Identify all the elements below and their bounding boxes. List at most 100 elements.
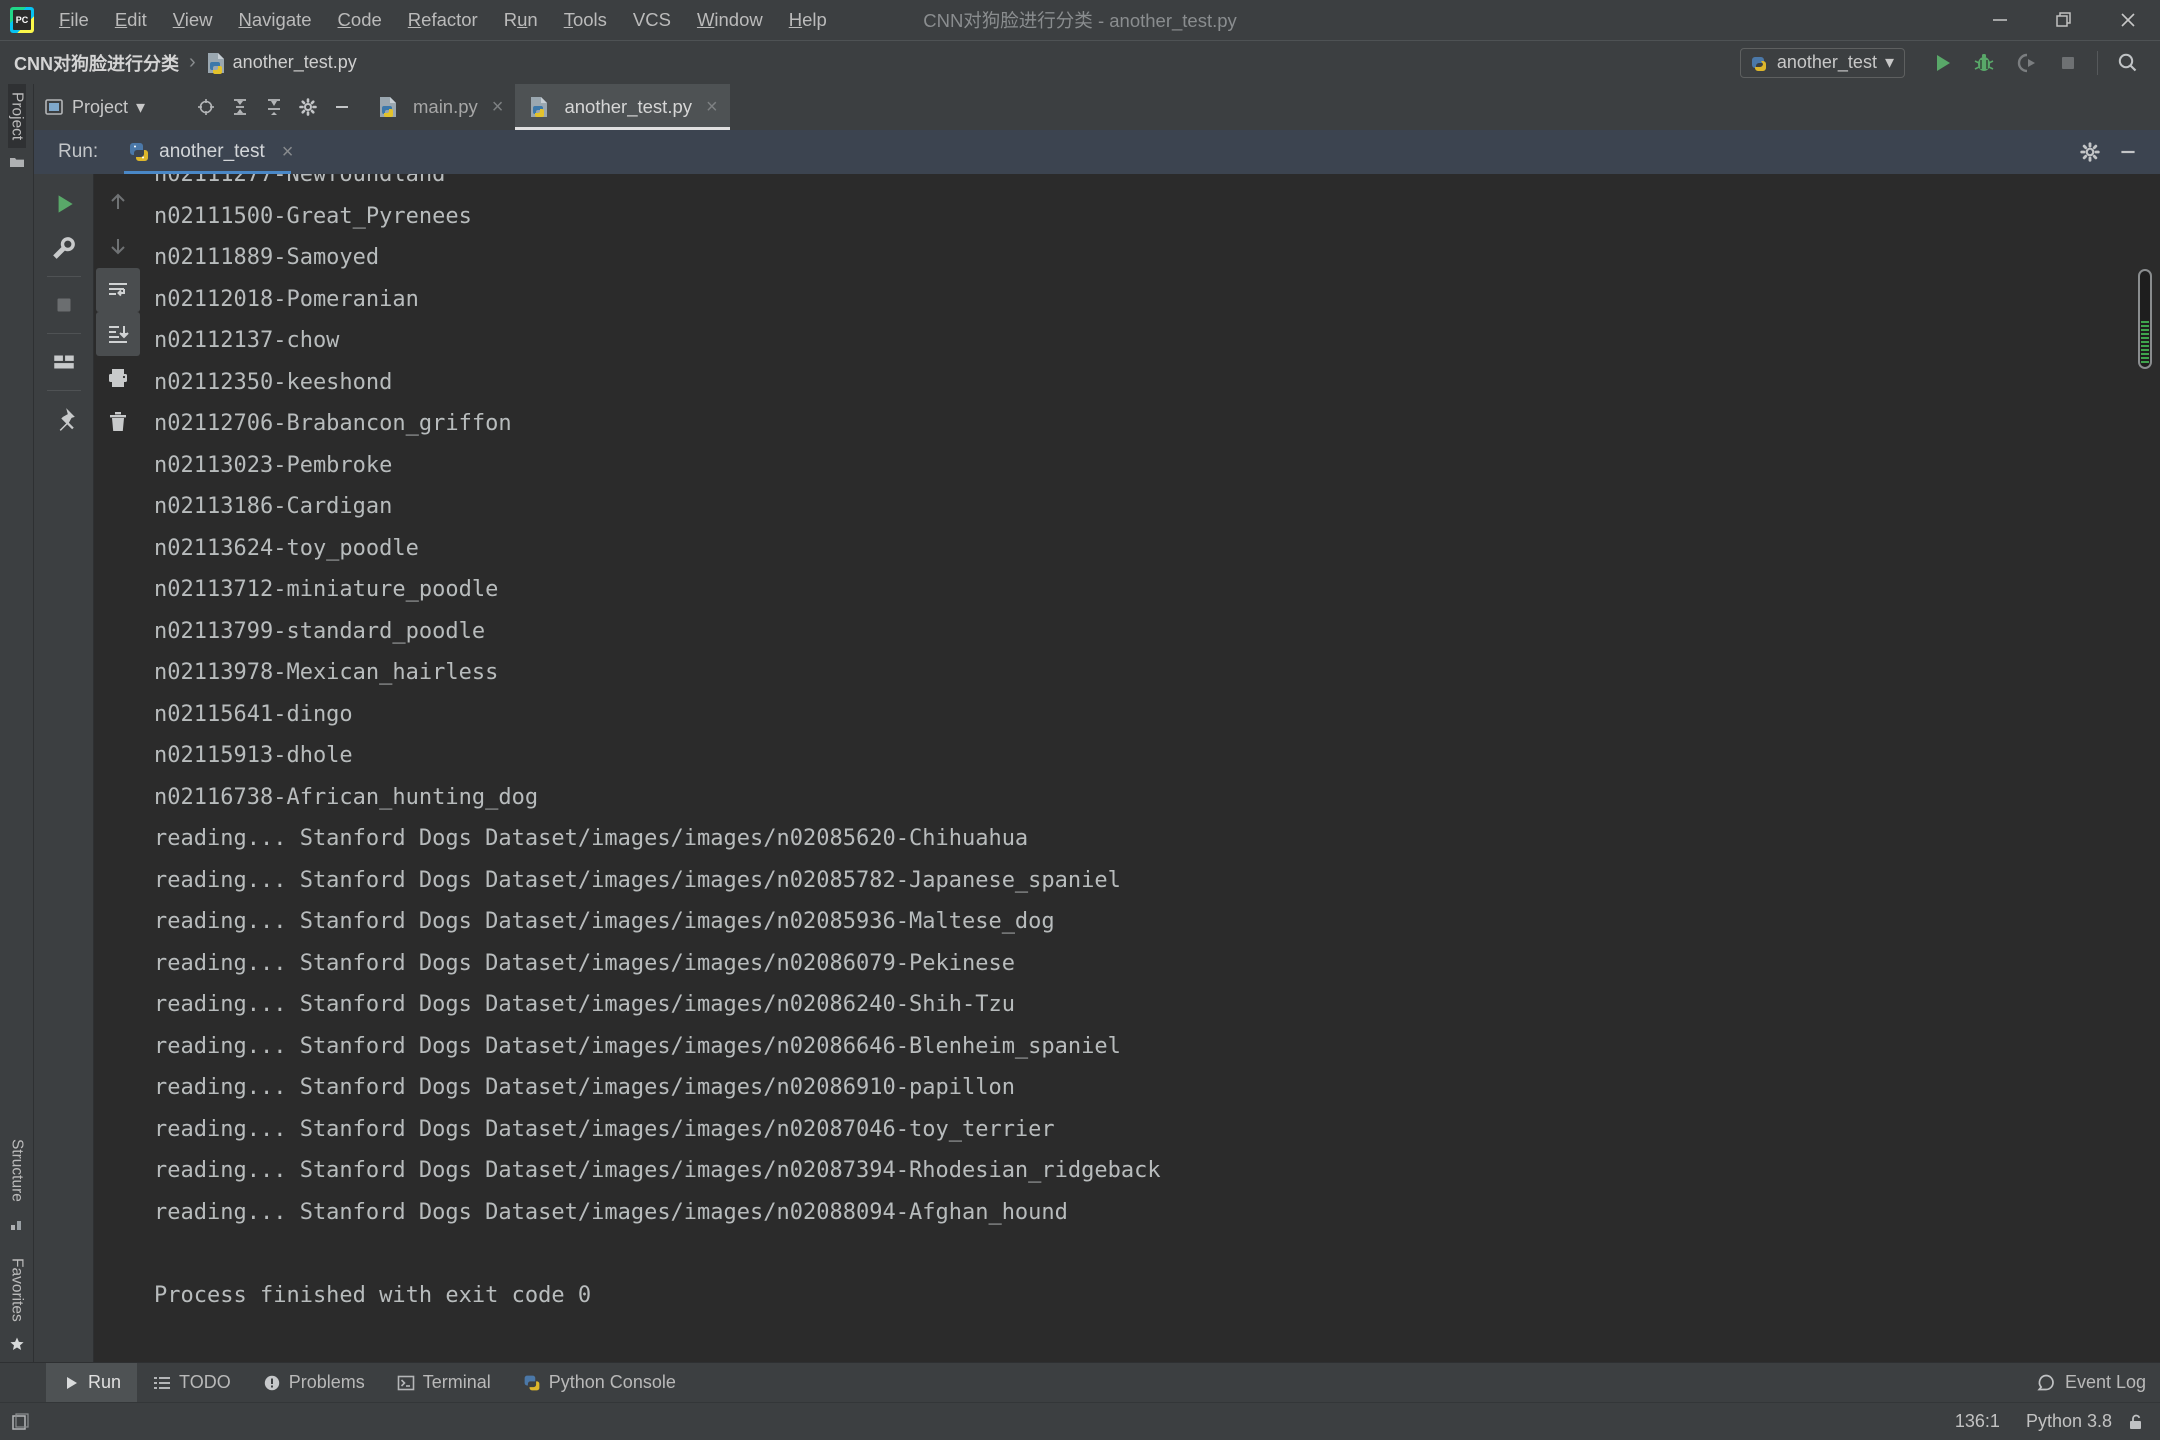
bottom-tab-python-console[interactable]: Python Console xyxy=(507,1363,692,1402)
nav-right-toolbar: another_test ▾ xyxy=(1739,46,2160,80)
bottom-tab-terminal[interactable]: Terminal xyxy=(381,1363,507,1402)
debug-button[interactable] xyxy=(1965,46,2003,80)
clear-all-button[interactable] xyxy=(96,400,140,444)
sidebar-item-favorites[interactable]: Favorites xyxy=(8,1250,26,1330)
settings-icon[interactable] xyxy=(2074,137,2106,167)
breadcrumb-project[interactable]: CNN对狗脸进行分类 xyxy=(14,50,179,76)
minimize-icon[interactable] xyxy=(1968,0,2032,40)
bottom-tab-problems[interactable]: Problems xyxy=(247,1363,381,1402)
menu-label-tools: ools xyxy=(572,9,607,30)
layout-button[interactable] xyxy=(42,340,86,384)
sidebar-item-project[interactable]: Project xyxy=(7,84,26,149)
unlocked-icon[interactable] xyxy=(2126,1412,2146,1432)
event-log-button[interactable]: Event Log xyxy=(2036,1363,2160,1402)
hide-icon[interactable] xyxy=(2112,137,2144,167)
sidebar-item-structure[interactable]: Structure xyxy=(8,1131,26,1210)
menu-label-run: n xyxy=(527,9,538,30)
close-icon[interactable]: × xyxy=(282,141,294,164)
toggle-tool-windows-icon[interactable] xyxy=(10,1412,30,1432)
soft-wrap-button[interactable] xyxy=(96,268,140,312)
run-session-tab[interactable]: another_test × xyxy=(124,130,297,174)
close-icon[interactable]: × xyxy=(492,96,504,119)
scrollbar-thumb[interactable] xyxy=(2138,269,2152,369)
restore-icon[interactable] xyxy=(2032,0,2096,40)
problems-icon xyxy=(264,1375,279,1390)
tab-label-main-py: main.py xyxy=(413,96,478,117)
menu-item-navigate[interactable]: Navigate xyxy=(226,6,325,34)
menu-item-file[interactable]: File xyxy=(46,6,102,34)
status-bar-right: 136:1 Python 3.8 xyxy=(1955,1411,2146,1432)
stop-button[interactable] xyxy=(42,283,86,327)
configure-button[interactable] xyxy=(42,226,86,270)
search-everywhere-icon[interactable] xyxy=(2108,46,2146,80)
run-button[interactable] xyxy=(1923,46,1961,80)
menu-item-edit[interactable]: Edit xyxy=(102,6,160,34)
menu-item-view[interactable]: View xyxy=(160,6,226,34)
project-panel-icon xyxy=(45,99,63,115)
content-column: Project ▾ main.py × another_test.py × Ru… xyxy=(34,84,2160,1362)
menu-item-vcs[interactable]: VCS xyxy=(620,6,684,34)
menu-item-help[interactable]: Help xyxy=(776,6,840,34)
locate-icon[interactable] xyxy=(190,92,222,122)
console-scrollbar[interactable] xyxy=(2130,174,2160,1362)
close-icon[interactable] xyxy=(2096,0,2160,40)
breadcrumb-file[interactable]: another_test.py xyxy=(233,52,357,73)
console-line: n02113023-Pembroke xyxy=(154,452,393,478)
editor-tab-strip: Project ▾ main.py × another_test.py × xyxy=(34,84,2160,130)
python-file-icon xyxy=(531,97,548,117)
stop-button[interactable] xyxy=(2049,46,2087,80)
console-line: n02113186-Cardigan xyxy=(154,494,393,519)
tab-another-test-py[interactable]: another_test.py × xyxy=(515,84,730,130)
scroll-to-end-button[interactable] xyxy=(96,312,140,356)
run-configuration-selector[interactable]: another_test ▾ xyxy=(1739,47,1905,78)
collapse-all-icon[interactable] xyxy=(224,92,256,122)
print-button[interactable] xyxy=(96,356,140,400)
expand-all-icon[interactable] xyxy=(258,92,290,122)
menu-label-vcs: VCS xyxy=(632,9,671,30)
settings-icon[interactable] xyxy=(292,92,324,122)
console-actions-toolbar xyxy=(94,174,142,1362)
pin-tab-button[interactable] xyxy=(42,397,86,441)
console-line: n02112137-chow xyxy=(154,328,340,353)
run-actions-toolbar xyxy=(34,174,94,1362)
menu-label-edit: dit xyxy=(127,9,147,30)
console-line: n02115913-dhole xyxy=(154,743,353,768)
console-output[interactable]: n02111277-Newfoundland n02111500-Great_Py… xyxy=(142,174,2130,1362)
prev-occurrence-button[interactable] xyxy=(96,180,140,224)
python-file-icon xyxy=(380,97,396,117)
console-line: n02112350-keeshond xyxy=(154,369,393,395)
chevron-down-icon: ▾ xyxy=(1884,52,1894,72)
bottom-tab-todo[interactable]: TODO xyxy=(137,1363,247,1402)
console-line: n02113799-standard_poodle xyxy=(154,618,486,644)
run-tool-window: Run: another_test × n02111277-Newfoundla… xyxy=(34,130,2160,1362)
menu-item-refactor[interactable]: Refactor xyxy=(395,6,491,34)
tab-main-py[interactable]: main.py × xyxy=(364,84,515,130)
menu-item-window[interactable]: Window xyxy=(684,6,776,34)
left-tool-rail: Project Structure Favorites xyxy=(0,84,34,1362)
close-icon[interactable]: × xyxy=(706,96,718,119)
menu-item-tools[interactable]: Tools xyxy=(551,6,620,34)
next-occurrence-button[interactable] xyxy=(96,224,140,268)
chevron-down-icon[interactable]: ▾ xyxy=(136,97,145,118)
console-line: reading... Stanford Dogs Dataset/images/… xyxy=(154,1199,1068,1225)
caret-position[interactable]: 136:1 xyxy=(1955,1411,2000,1432)
console-line: n02116738-African_hunting_dog xyxy=(154,784,539,810)
rerun-button[interactable] xyxy=(42,182,86,226)
console-line: n02111889-Samoyed xyxy=(154,245,380,270)
interpreter-selector[interactable]: Python 3.8 xyxy=(2026,1411,2112,1432)
bottom-tab-label-run: Run xyxy=(88,1372,122,1392)
menu-bar: File Edit View Navigate Code Refactor Ru… xyxy=(0,0,2160,40)
bottom-tab-label-python-console: Python Console xyxy=(548,1372,676,1392)
run-config-name: another_test xyxy=(1776,52,1877,72)
bottom-tab-label-problems: Problems xyxy=(288,1372,365,1392)
run-with-coverage-button[interactable] xyxy=(2007,46,2045,80)
menu-label-code: ode xyxy=(350,9,382,30)
project-panel-title[interactable]: Project xyxy=(72,97,128,118)
hide-icon[interactable] xyxy=(326,92,358,122)
menu-item-code[interactable]: Code xyxy=(325,6,395,34)
console-line: Process finished with exit code 0 xyxy=(154,1282,592,1308)
console-line: reading... Stanford Dogs Dataset/images/… xyxy=(154,909,1055,934)
menu-item-run[interactable]: Run xyxy=(491,6,551,34)
bottom-tab-run[interactable]: Run xyxy=(46,1363,138,1402)
